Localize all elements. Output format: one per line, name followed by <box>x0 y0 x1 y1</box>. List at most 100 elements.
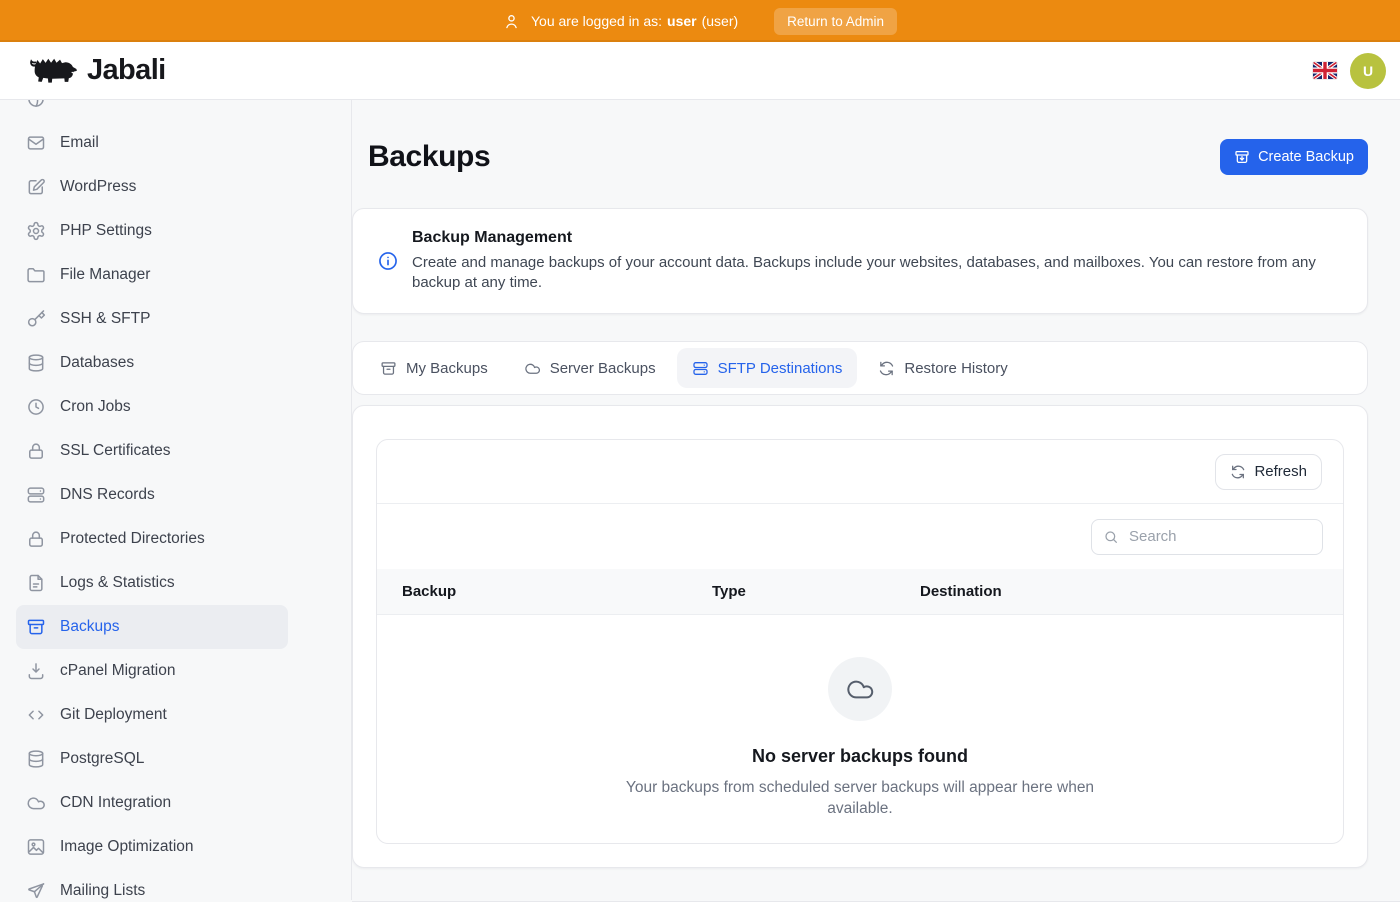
sidebar-item-label: cPanel Migration <box>60 662 175 680</box>
sidebar-item-ssl-certificates[interactable]: SSL Certificates <box>16 429 288 473</box>
create-backup-label: Create Backup <box>1258 149 1354 165</box>
refresh-button[interactable]: Refresh <box>1215 454 1322 490</box>
cloud-icon <box>26 793 46 813</box>
archive-icon <box>380 360 397 377</box>
sidebar-item-label: Git Deployment <box>60 706 167 724</box>
sidebar-item-label: Databases <box>60 354 134 372</box>
table-header: Backup Type Destination <box>377 569 1343 615</box>
sidebar-item-label: SSH & SFTP <box>60 310 150 328</box>
sidebar-item-label: PostgreSQL <box>60 750 144 768</box>
sidebar-item-file-manager[interactable]: File Manager <box>16 253 288 297</box>
brand-name: Jabali <box>87 54 166 87</box>
return-to-admin-button[interactable]: Return to Admin <box>774 8 897 35</box>
sidebar-item-wordpress[interactable]: WordPress <box>16 165 288 209</box>
sidebar-item-protected-directories[interactable]: Protected Directories <box>16 517 288 561</box>
tab-label: My Backups <box>406 360 488 377</box>
sidebar-item-backups[interactable]: Backups <box>16 605 288 649</box>
empty-state-description: Your backups from scheduled server backu… <box>610 777 1110 819</box>
refresh-label: Refresh <box>1254 463 1307 480</box>
boar-logo-icon <box>28 53 78 88</box>
sidebar-item-label: Mailing Lists <box>60 882 145 900</box>
info-description: Create and manage backups of your accoun… <box>412 253 1343 293</box>
sidebar-item-databases[interactable]: Databases <box>16 341 288 385</box>
sidebar-item-cron-jobs[interactable]: Cron Jobs <box>16 385 288 429</box>
sidebar-item-label: SSL Certificates <box>60 442 171 460</box>
logged-in-text: You are logged in as: user (user) <box>531 13 738 29</box>
search-input[interactable] <box>1127 527 1311 546</box>
tab-server-backups[interactable]: Server Backups <box>509 348 671 388</box>
sidebar-item-image-optimization[interactable]: Image Optimization <box>16 825 288 869</box>
file-text-icon <box>26 573 46 593</box>
sidebar-item-label: Cron Jobs <box>60 398 131 416</box>
database-icon <box>26 353 46 373</box>
person-icon <box>503 13 520 30</box>
app-header: Jabali U <box>0 42 1400 100</box>
search-icon <box>1103 529 1119 545</box>
clock-icon <box>26 397 46 417</box>
sidebar-item-postgresql[interactable]: PostgreSQL <box>16 737 288 781</box>
cloud-icon <box>845 674 875 704</box>
database-icon <box>26 749 46 769</box>
sidebar-item-dns-records[interactable]: DNS Records <box>16 473 288 517</box>
sidebar-item-label: Image Optimization <box>60 838 194 856</box>
empty-state-title: No server backups found <box>752 746 968 767</box>
page-title: Backups <box>368 140 490 174</box>
cloud-icon <box>524 360 541 377</box>
sidebar-item-mailing-lists[interactable]: Mailing Lists <box>16 869 288 900</box>
server-icon <box>26 485 46 505</box>
sidebar-item-cdn-integration[interactable]: CDN Integration <box>16 781 288 825</box>
backup-tabs: My Backups Server Backups SFTP Destinati… <box>352 341 1368 395</box>
sidebar-item-label: Email <box>60 134 99 152</box>
sidebar-item-label: File Manager <box>60 266 150 284</box>
column-header-destination: Destination <box>920 583 1318 600</box>
search-box <box>1091 519 1323 555</box>
sidebar-item-cpanel-migration[interactable]: cPanel Migration <box>16 649 288 693</box>
main-content: Backups Create Backup Backup Management … <box>352 100 1400 900</box>
sidebar-item-label: WordPress <box>60 178 136 196</box>
sidebar-item-ssh-sftp[interactable]: SSH & SFTP <box>16 297 288 341</box>
tab-sftp-destinations[interactable]: SFTP Destinations <box>677 348 858 388</box>
download-icon <box>26 661 46 681</box>
avatar[interactable]: U <box>1350 53 1386 89</box>
impersonation-bar: You are logged in as: user (user) Return… <box>0 0 1400 42</box>
empty-state: No server backups found Your backups fro… <box>377 615 1343 819</box>
sidebar-item-label: PHP Settings <box>60 222 152 240</box>
sidebar-item-partial[interactable] <box>16 100 288 121</box>
sidebar-item-label: Backups <box>60 618 119 636</box>
logged-in-prefix: You are logged in as: <box>531 13 662 29</box>
backups-list-card: Refresh Backup Type Destination <box>376 439 1344 844</box>
sidebar-item-git-deployment[interactable]: Git Deployment <box>16 693 288 737</box>
sidebar-nav: Email WordPress PHP Settings File Manage… <box>16 100 288 900</box>
sidebar-item-label: Protected Directories <box>60 530 205 548</box>
column-header-type: Type <box>712 583 920 600</box>
sidebar-item-logs-statistics[interactable]: Logs & Statistics <box>16 561 288 605</box>
lock-icon <box>26 441 46 461</box>
tab-restore-history[interactable]: Restore History <box>863 348 1022 388</box>
logged-in-username: user <box>667 13 697 29</box>
empty-state-badge <box>828 657 892 721</box>
sidebar-item-php-settings[interactable]: PHP Settings <box>16 209 288 253</box>
sidebar: Email WordPress PHP Settings File Manage… <box>0 100 352 900</box>
key-icon <box>26 309 46 329</box>
uk-flag-icon[interactable] <box>1313 62 1337 79</box>
info-banner: Backup Management Create and manage back… <box>352 208 1368 314</box>
globe-icon <box>26 100 46 109</box>
tab-label: Server Backups <box>550 360 656 377</box>
sftp-destinations-panel: Refresh Backup Type Destination <box>352 405 1368 868</box>
archive-icon <box>26 617 46 637</box>
refresh-icon <box>1230 464 1246 480</box>
tab-label: SFTP Destinations <box>718 360 843 377</box>
brand-logo[interactable]: Jabali <box>28 53 166 88</box>
mail-icon <box>26 133 46 153</box>
tab-my-backups[interactable]: My Backups <box>365 348 503 388</box>
info-title: Backup Management <box>412 229 1343 247</box>
create-backup-button[interactable]: Create Backup <box>1220 139 1368 175</box>
logged-in-role: (user) <box>702 13 739 29</box>
sidebar-item-email[interactable]: Email <box>16 121 288 165</box>
sidebar-item-label: CDN Integration <box>60 794 171 812</box>
info-icon <box>377 250 399 272</box>
server-icon <box>692 360 709 377</box>
folder-icon <box>26 265 46 285</box>
pen-icon <box>26 177 46 197</box>
refresh-icon <box>878 360 895 377</box>
